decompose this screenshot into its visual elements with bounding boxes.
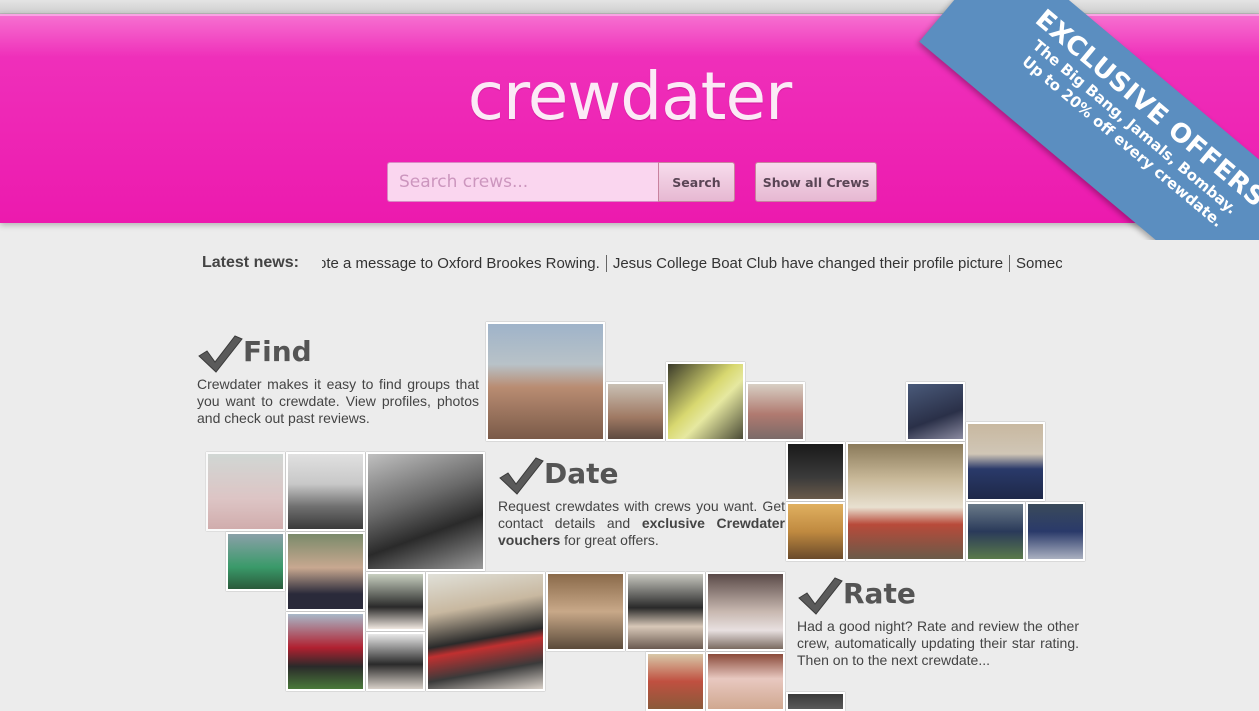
news-item[interactable]: Jesus College Boat Club have changed the… — [606, 255, 1011, 272]
find-description: Crewdater makes it easy to find groups t… — [197, 376, 479, 426]
rate-description: Had a good night? Rate and review the ot… — [797, 618, 1079, 668]
date-text-end: for great offers. — [560, 532, 659, 548]
crew-photo[interactable] — [786, 502, 845, 561]
crew-photo[interactable] — [486, 322, 605, 441]
date-section: Date Request crewdates with crews you wa… — [498, 452, 785, 549]
rate-heading: Rate — [797, 572, 1079, 616]
news-item[interactable]: rote a message to Oxford Brookes Rowing. — [322, 255, 607, 272]
crew-photo[interactable] — [366, 452, 485, 571]
crew-photo[interactable] — [366, 632, 425, 691]
crew-photo[interactable] — [1026, 502, 1085, 561]
crew-photo[interactable] — [666, 362, 745, 441]
crew-photo[interactable] — [746, 382, 805, 441]
crew-photo[interactable] — [846, 442, 965, 561]
crew-photo[interactable] — [426, 572, 545, 691]
crew-photo[interactable] — [206, 452, 285, 531]
search-input[interactable] — [387, 162, 659, 202]
crew-photo[interactable] — [226, 532, 285, 591]
news-label: Latest news: — [202, 254, 299, 271]
checkmark-icon — [797, 576, 843, 616]
news-item[interactable]: Somec — [1010, 255, 1062, 272]
find-section: Find Crewdater makes it easy to find gro… — [197, 330, 479, 427]
crew-photo[interactable] — [286, 532, 365, 611]
date-heading: Date — [498, 452, 785, 496]
crew-photo[interactable] — [546, 572, 625, 651]
date-title: Date — [544, 457, 619, 490]
find-title: Find — [243, 335, 312, 368]
crew-photo[interactable] — [966, 502, 1025, 561]
crew-photo[interactable] — [966, 422, 1045, 501]
crew-photo[interactable] — [906, 382, 965, 441]
exclusive-offers-ribbon[interactable]: EXCLUSIVE OFFERS The Big Bang, Jamals, B… — [879, 0, 1259, 240]
news-ticker: rote a message to Oxford Brookes Rowing.… — [322, 255, 1062, 277]
crew-photo[interactable] — [286, 452, 365, 531]
checkmark-icon — [498, 456, 544, 496]
crew-photo[interactable] — [606, 382, 665, 441]
rate-title: Rate — [843, 577, 916, 610]
checkmark-icon — [197, 334, 243, 374]
crew-photo[interactable] — [706, 652, 785, 711]
search-button[interactable]: Search — [658, 162, 735, 202]
crew-photo[interactable] — [706, 572, 785, 651]
crew-photo[interactable] — [786, 442, 845, 501]
crew-photo[interactable] — [286, 612, 365, 691]
crew-photo[interactable] — [626, 572, 705, 651]
crew-photo[interactable] — [646, 652, 705, 711]
rate-section: Rate Had a good night? Rate and review t… — [797, 572, 1079, 669]
crew-photo[interactable] — [366, 572, 425, 631]
date-description: Request crewdates with crews you want. G… — [498, 498, 785, 549]
find-heading: Find — [197, 330, 479, 374]
show-all-crews-button[interactable]: Show all Crews — [755, 162, 877, 202]
crew-photo[interactable] — [786, 692, 845, 711]
